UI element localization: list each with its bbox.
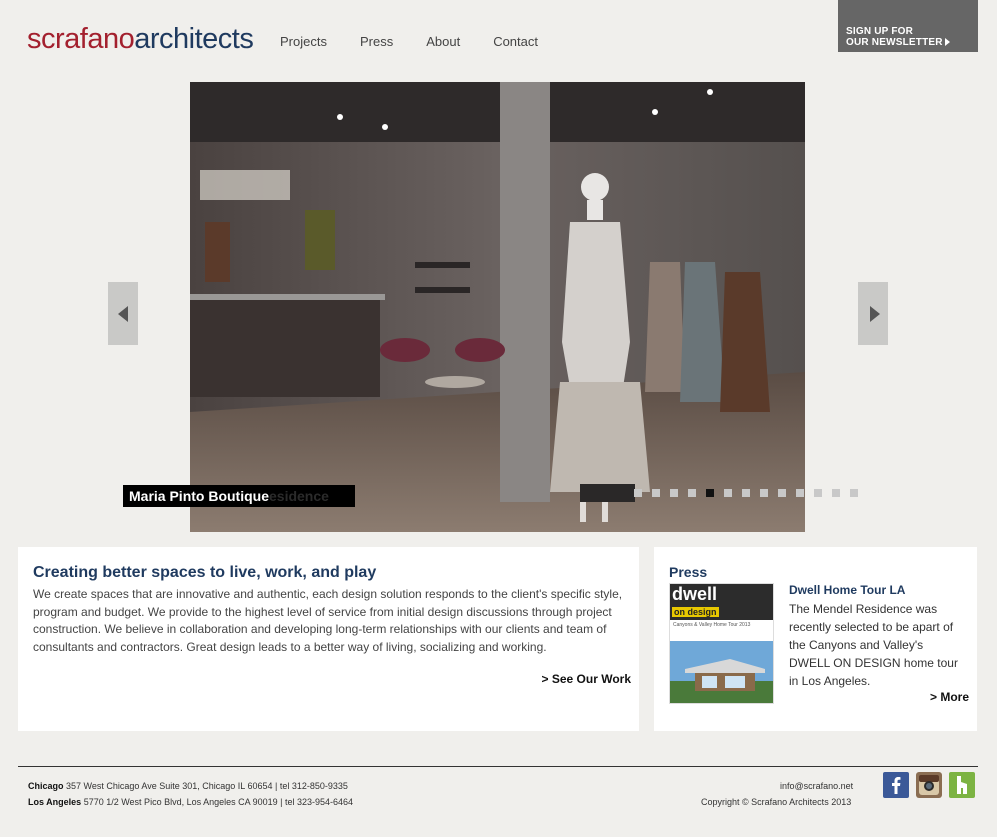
thumb-brand: dwell <box>672 584 718 604</box>
slider-next-button[interactable] <box>858 282 888 345</box>
newsletter-line1: SIGN UP FOR <box>846 26 914 37</box>
nav-contact[interactable]: Contact <box>493 34 538 49</box>
hero-slider <box>190 82 805 532</box>
slider-dot[interactable] <box>814 489 822 497</box>
press-item-text: The Mendel Residence was recently select… <box>789 602 958 688</box>
slider-dots <box>634 489 858 497</box>
chicago-text: 357 West Chicago Ave Suite 301, Chicago … <box>63 781 348 791</box>
slider-dot[interactable] <box>688 489 696 497</box>
facebook-icon[interactable] <box>883 772 909 798</box>
facebook-glyph <box>892 777 901 794</box>
slider-dot[interactable] <box>634 489 642 497</box>
houzz-glyph <box>957 776 967 794</box>
about-panel: Creating better spaces to live, work, an… <box>18 547 639 731</box>
slider-dot[interactable] <box>724 489 732 497</box>
press-thumbnail[interactable]: dwell on design Canyons & Valley Home To… <box>669 583 774 704</box>
la-text: 5770 1/2 West Pico Blvd, Los Angeles CA … <box>81 797 354 807</box>
footer-divider <box>18 766 978 767</box>
logo-part2: architects <box>134 23 254 55</box>
site-logo[interactable]: scrafanoarchitects <box>27 22 254 56</box>
nav-projects[interactable]: Projects <box>280 34 327 49</box>
thumb-sub: on design <box>672 607 719 617</box>
slider-dot[interactable] <box>796 489 804 497</box>
slider-dot[interactable] <box>778 489 786 497</box>
press-panel: Press dwell on design Canyons & Valley H… <box>654 547 977 731</box>
slider-dot[interactable] <box>742 489 750 497</box>
la-address: Los Angeles 5770 1/2 West Pico Blvd, Los… <box>28 797 353 807</box>
instagram-icon[interactable] <box>916 772 942 798</box>
slider-dot[interactable] <box>706 489 714 497</box>
press-more-link[interactable]: > More <box>930 690 969 704</box>
newsletter-line2: OUR NEWSLETTER <box>846 37 943 48</box>
house-photo <box>670 641 773 703</box>
houzz-icon[interactable] <box>949 772 975 798</box>
slide-caption-text: Maria Pinto Boutique <box>129 488 269 504</box>
about-body: We create spaces that are innovative and… <box>33 587 623 654</box>
slider-dot[interactable] <box>760 489 768 497</box>
thumb-line: Canyons & Valley Home Tour 2013 <box>673 622 751 628</box>
slider-dot[interactable] <box>850 489 858 497</box>
chicago-label: Chicago <box>28 781 64 791</box>
press-item-title[interactable]: Dwell Home Tour LA <box>789 583 905 597</box>
slide-caption: Maria Pinto Boutiqueesidence <box>123 485 355 507</box>
la-label: Los Angeles <box>28 797 82 807</box>
slider-dot[interactable] <box>652 489 660 497</box>
email-link[interactable]: info@scrafano.net <box>780 781 853 791</box>
about-title: Creating better spaces to live, work, an… <box>33 564 377 581</box>
newsletter-signup-button[interactable]: SIGN UP FOR OUR NEWSLETTER <box>838 0 978 52</box>
slider-dot[interactable] <box>670 489 678 497</box>
nav-about[interactable]: About <box>426 34 460 49</box>
arrow-right-icon <box>944 38 950 46</box>
logo-part1: scrafano <box>27 23 135 55</box>
slider-prev-button[interactable] <box>108 282 138 345</box>
slider-dot[interactable] <box>832 489 840 497</box>
see-our-work-link[interactable]: > See Our Work <box>542 672 631 686</box>
chicago-address: Chicago 357 West Chicago Ave Suite 301, … <box>28 781 348 791</box>
copyright: Copyright © Scrafano Architects 2013 <box>701 797 852 807</box>
slide-caption-ghost-text: esidence <box>269 488 329 504</box>
main-nav: Projects Press About Contact <box>280 34 571 49</box>
press-heading: Press <box>669 564 708 580</box>
slide-image <box>190 82 805 532</box>
chevron-left-icon <box>118 306 128 322</box>
nav-press[interactable]: Press <box>360 34 393 49</box>
instagram-glyph <box>919 775 939 795</box>
chevron-right-icon <box>870 306 880 322</box>
